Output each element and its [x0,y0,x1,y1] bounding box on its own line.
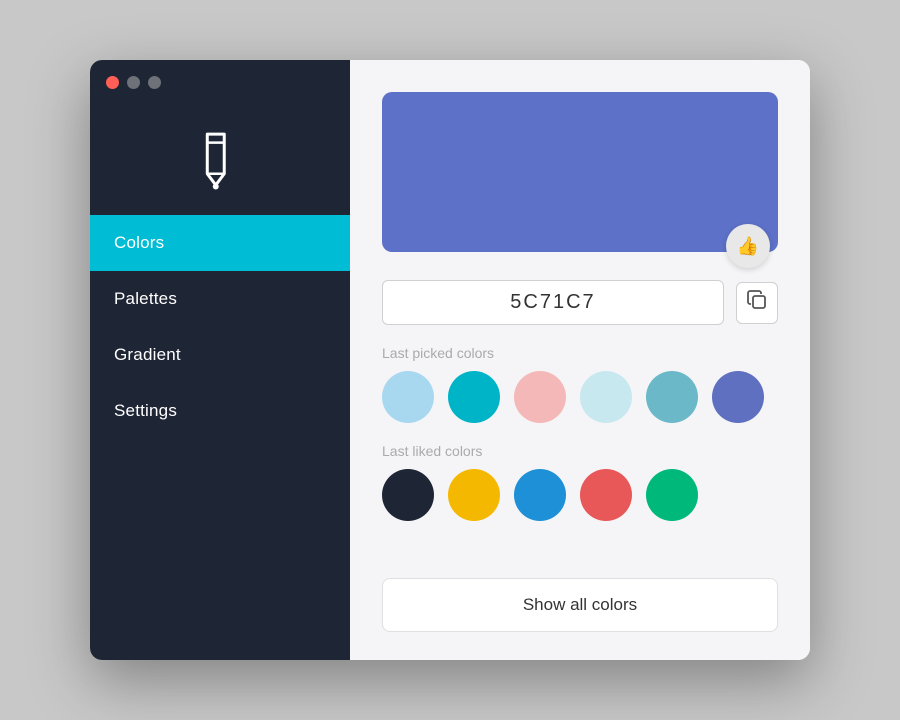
picked-color-2[interactable] [448,371,500,423]
show-all-button[interactable]: Show all colors [382,578,778,632]
hex-row [382,280,778,325]
close-button[interactable] [106,76,119,89]
last-picked-label: Last picked colors [382,345,778,361]
liked-color-3[interactable] [514,469,566,521]
picked-color-1[interactable] [382,371,434,423]
sidebar-item-colors[interactable]: Colors [90,215,350,271]
copy-icon [746,289,768,317]
picked-color-6[interactable] [712,371,764,423]
liked-color-2[interactable] [448,469,500,521]
main-content: 👍 Last picked colors [350,60,810,660]
like-button[interactable]: 👍 [726,224,770,268]
picked-color-4[interactable] [580,371,632,423]
liked-color-1[interactable] [382,469,434,521]
color-preview [382,92,778,252]
sidebar-icon-area [90,97,350,215]
liked-color-5[interactable] [646,469,698,521]
dropper-icon [176,117,264,205]
thumbs-up-icon: 👍 [737,236,759,257]
color-preview-container: 👍 [382,92,778,252]
sidebar: Colors Palettes Gradient Settings [90,60,350,660]
app-window: Colors Palettes Gradient Settings 👍 [90,60,810,660]
hex-input[interactable] [382,280,724,325]
picked-color-5[interactable] [646,371,698,423]
titlebar [90,60,350,97]
liked-color-4[interactable] [580,469,632,521]
minimize-button[interactable] [127,76,140,89]
nav-menu: Colors Palettes Gradient Settings [90,215,350,660]
copy-button[interactable] [736,282,778,324]
sidebar-item-settings[interactable]: Settings [90,383,350,439]
last-liked-colors [382,469,778,521]
last-picked-section: Last picked colors [382,345,778,423]
last-liked-label: Last liked colors [382,443,778,459]
picked-color-3[interactable] [514,371,566,423]
maximize-button[interactable] [148,76,161,89]
sidebar-item-gradient[interactable]: Gradient [90,327,350,383]
last-picked-colors [382,371,778,423]
last-liked-section: Last liked colors [382,443,778,521]
sidebar-item-palettes[interactable]: Palettes [90,271,350,327]
